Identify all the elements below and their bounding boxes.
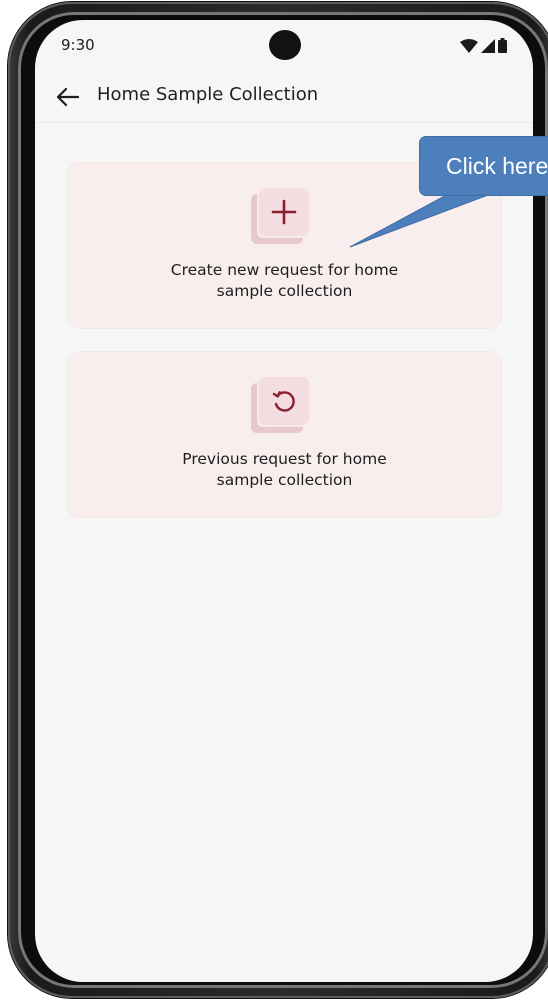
wifi-icon bbox=[460, 38, 478, 53]
create-request-label: Create new request for home sample colle… bbox=[88, 260, 481, 302]
status-icons bbox=[460, 38, 507, 53]
icon-tile bbox=[259, 377, 309, 425]
battery-icon bbox=[498, 38, 507, 53]
card-label-line: sample collection bbox=[216, 282, 353, 300]
arrow-left-icon bbox=[56, 87, 80, 107]
callout-text: Click here bbox=[446, 153, 548, 179]
card-label-line: Create new request for home bbox=[170, 261, 399, 279]
page-title: Home Sample Collection bbox=[97, 84, 319, 105]
previous-requests-icon-tile bbox=[251, 377, 315, 435]
status-time: 9:30 bbox=[61, 36, 95, 54]
create-request-icon-tile bbox=[251, 188, 315, 246]
history-icon bbox=[272, 391, 295, 412]
front-camera bbox=[269, 30, 301, 60]
status-bar: 9:30 bbox=[35, 20, 533, 70]
icon-tile bbox=[259, 188, 309, 236]
app-bar: Home Sample Collection bbox=[35, 72, 533, 123]
signal-icon bbox=[481, 38, 495, 53]
card-label-line: Previous request for home bbox=[182, 450, 387, 468]
callout-box: Click here bbox=[420, 137, 548, 195]
previous-requests-label: Previous request for home sample collect… bbox=[88, 449, 481, 491]
plus-icon bbox=[271, 199, 297, 225]
back-button[interactable] bbox=[51, 80, 85, 114]
screenshot-stage: 9:30 Home Sample Collection Create new r… bbox=[0, 0, 548, 1000]
previous-requests-card[interactable]: Previous request for home sample collect… bbox=[68, 352, 501, 517]
card-label-line: sample collection bbox=[216, 471, 353, 489]
